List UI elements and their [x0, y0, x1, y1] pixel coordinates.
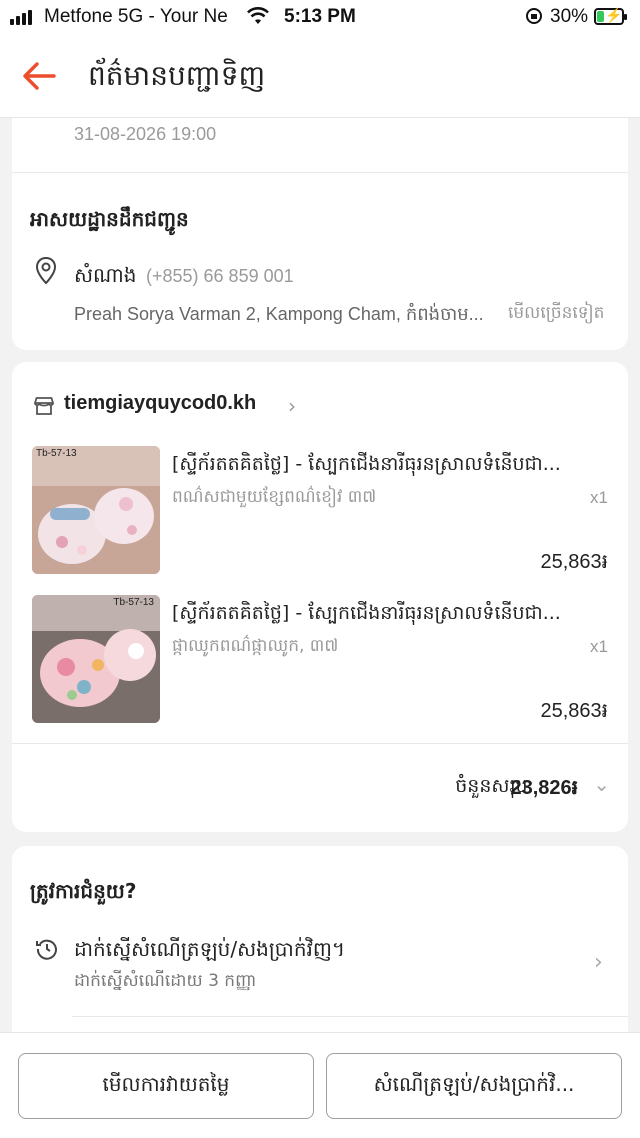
return-icon — [34, 936, 60, 966]
bottom-action-bar: មើលការវាយតម្លៃ សំណើត្រឡប់/សងប្រាក់វិ... — [0, 1032, 640, 1138]
product-title: [ស្ទីក័រតតគិតថ្លៃ] - ស្បែកជើងនារីធុរនស្រ… — [172, 453, 561, 475]
return-refund-button[interactable]: សំណើត្រឡប់/សងប្រាក់វិ... — [326, 1053, 622, 1119]
status-bar: Metfone 5G - Your Ne 5:13 PM 30% ⚡ — [0, 0, 640, 34]
order-date: 31-08-2026 19:00 — [74, 124, 217, 144]
product-item[interactable]: Tb-57-13 [ស្ទីក័រតតគិតថ្លៃ] - ស្បែកជើងនា… — [12, 595, 628, 727]
shop-icon — [32, 394, 56, 422]
total-value: 23,826៛ — [510, 777, 578, 799]
divider — [12, 743, 628, 744]
wifi-icon — [246, 6, 270, 32]
delivery-title: អាសយដ្ឋានដឹកជញ្ជូន — [30, 207, 189, 231]
product-variant: ផ្កាឈូកពណ៌ផ្កាឈូក, ៣៧ — [172, 636, 339, 656]
divider — [12, 172, 628, 173]
product-quantity: x1 — [590, 488, 608, 507]
thumbnail-tag: Tb-57-13 — [36, 448, 77, 459]
rotation-lock-icon — [524, 6, 544, 32]
order-total-row[interactable]: ចំនួនសរុប: 23,826៛ ⌄ — [12, 772, 628, 812]
help-card: ត្រូវការជំនួយ? ដាក់ស្នើសំណើត្រឡប់/សងប្រា… — [12, 846, 628, 1046]
product-quantity: x1 — [590, 637, 608, 656]
delivery-address: Preah Sorya Varman 2, Kampong Cham, កំពង… — [74, 304, 484, 324]
carrier-name: Metfone 5G - Your Ne — [44, 6, 228, 27]
view-review-button[interactable]: មើលការវាយតម្លៃ — [18, 1053, 314, 1119]
recipient-phone: (+855) 66 859 001 — [146, 266, 294, 286]
delivery-card: 31-08-2026 19:00 អាសយដ្ឋានដឹកជញ្ជូន សំណា… — [12, 118, 628, 350]
shop-card: tiemgiayquycod0.kh › Tb-57-13 [ស្ទីក័រតត… — [12, 362, 628, 832]
shop-name[interactable]: tiemgiayquycod0.kh — [64, 392, 256, 415]
nav-bar: ព័ត៌មានបញ្ជាទិញ — [0, 34, 640, 118]
signal-icon — [10, 9, 32, 25]
product-price: 25,863៛ — [540, 551, 608, 573]
product-item[interactable]: Tb-57-13 [ស្ទីក័រតតគិតថ្លៃ] - ស្បែកជើងនា… — [12, 446, 628, 578]
product-title: [ស្ទីក័រតតគិតថ្លៃ] - ស្បែកជើងនារីធុរនស្រ… — [172, 602, 561, 624]
divider — [72, 1016, 628, 1017]
product-price: 25,863៛ — [540, 700, 608, 722]
return-request-title[interactable]: ដាក់ស្នើសំណើត្រឡប់/សងប្រាក់វិញ។ — [74, 936, 345, 966]
product-thumbnail: Tb-57-13 — [32, 595, 160, 723]
product-thumbnail: Tb-57-13 — [32, 446, 160, 574]
return-request-subtitle: ដាក់ស្នើសំណើដោយ 3 កញ្ញា — [74, 971, 257, 991]
chevron-right-icon[interactable]: › — [288, 394, 296, 418]
thumbnail-tag: Tb-57-13 — [113, 597, 154, 608]
back-arrow-icon[interactable] — [20, 56, 60, 96]
battery-icon: ⚡ — [594, 7, 627, 25]
page-title: ព័ត៌មានបញ្ជាទិញ — [88, 59, 266, 92]
help-title: ត្រូវការជំនួយ? — [30, 879, 137, 903]
location-pin-icon — [34, 256, 58, 290]
recipient-name: សំណាង — [74, 263, 137, 287]
battery-percent: 30% — [550, 6, 589, 27]
chevron-down-icon[interactable]: ⌄ — [593, 772, 610, 796]
chevron-right-icon[interactable]: › — [594, 950, 603, 975]
status-time: 5:13 PM — [284, 6, 356, 27]
see-more-link[interactable]: មើលច្រើនទៀត — [508, 302, 604, 327]
product-variant: ពណ៌សជាមួយខ្សែពណ៌ខៀវ ៣៧ — [172, 487, 377, 507]
